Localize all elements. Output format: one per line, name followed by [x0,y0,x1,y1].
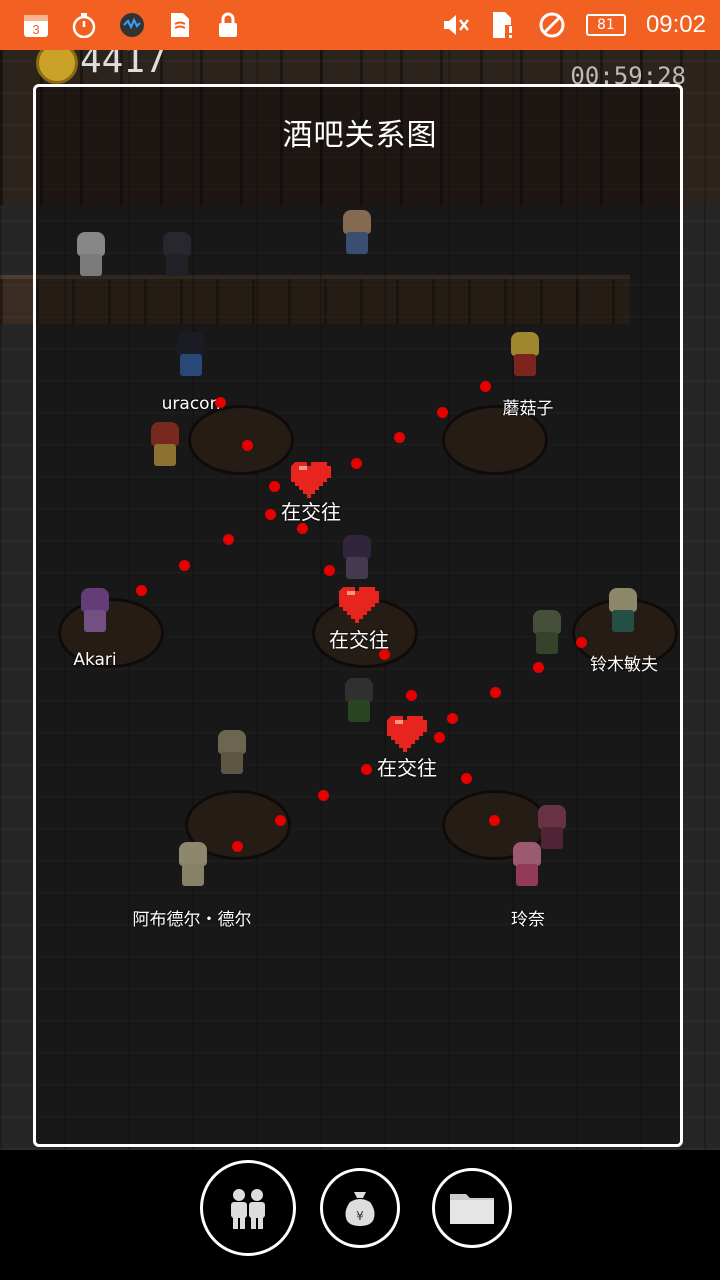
relation-dot [480,381,491,392]
relation-dot [136,585,147,596]
relation-dot [489,815,500,826]
lock-icon [214,11,242,39]
clock: 09:02 [645,11,706,38]
money-button[interactable]: ¥ [320,1168,400,1248]
relation-dot [406,690,417,701]
relation-dot [394,432,405,443]
relation-label: 在交往 [329,628,389,652]
character-name-label: 玲奈 [511,910,545,930]
heart-icon [339,587,379,623]
sim-icon [166,11,194,39]
relation-dot [242,440,253,451]
relationship-button[interactable] [200,1160,296,1256]
relation-dot [223,534,234,545]
relation-dot [232,841,243,852]
calendar-icon: 3 [22,11,50,39]
relation-dot [576,637,587,648]
relation-dot [490,687,501,698]
folder-icon [450,1194,494,1224]
battery-icon: 81 [585,14,626,36]
relation-dot [437,407,448,418]
calendar-day: 3 [32,22,39,37]
file-button[interactable] [432,1168,512,1248]
battery-level: 81 [597,17,615,33]
relation-dot [324,565,335,576]
character-name-label: Akari [73,650,117,670]
relation-dot [215,397,226,408]
character-name-label: uracon [161,394,221,414]
relation-dot [447,713,458,724]
relation-label: 在交往 [377,756,437,780]
gold-amount: 4417 [80,50,167,81]
relation-dot [351,458,362,469]
relation-dot [361,764,372,775]
people-icon [231,1189,265,1229]
mute-icon [442,11,470,39]
heart-icon [291,462,331,498]
no-signal-icon [538,11,566,39]
character-name-label: 阿布德尔・德尔 [132,910,252,930]
money-bag-icon: ¥ [345,1192,375,1226]
relation-dot [275,815,286,826]
relation-dot [318,790,329,801]
character-name-label: 蘑菇子 [502,399,554,419]
app-icon [118,11,146,39]
sim-alert-icon [490,11,518,39]
relation-dot [461,773,472,784]
heart-icon [387,716,427,752]
status-bar: 3 81 09:02 [0,0,720,50]
relation-dot [269,481,280,492]
relation-dot [179,560,190,571]
stopwatch-icon [70,11,98,39]
relation-dot [434,732,445,743]
relation-dot [265,509,276,520]
character-name-label: 铃木敏夫 [590,655,658,675]
relation-label: 在交往 [281,500,341,524]
relation-dot [533,662,544,673]
svg-text:¥: ¥ [356,1209,364,1223]
panel-title: 酒吧关系图 [282,118,438,153]
